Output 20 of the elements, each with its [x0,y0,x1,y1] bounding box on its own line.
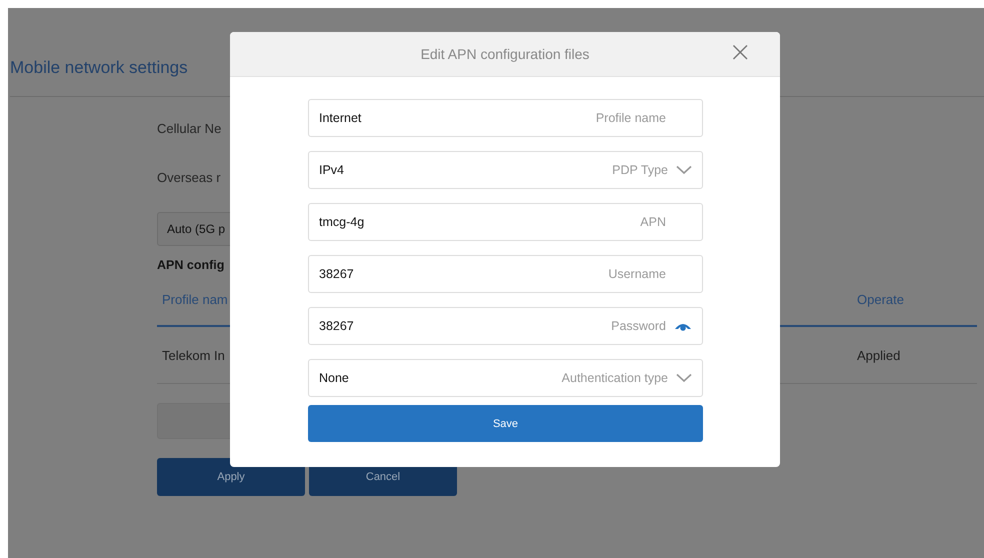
section-title: APN config [157,258,224,272]
eye-icon[interactable] [674,321,692,331]
save-button[interactable]: Save [308,405,703,442]
chevron-down-icon [676,165,692,175]
select-field[interactable]: None Authentication type [308,359,703,397]
close-button[interactable]: × [726,38,754,66]
setting-label: Cellular Ne [157,121,222,136]
input-field[interactable]: 38267 Password [308,307,703,345]
input-field[interactable]: 38267 Username [308,255,703,293]
input-field[interactable]: Internet Profile name [308,99,703,137]
column-header: Operate [857,292,905,307]
chevron-down-icon [676,373,692,383]
input-field[interactable]: tmcg-4g APN [308,203,703,241]
setting-label: Overseas r [157,170,221,185]
table-cell-text: Telekom In [161,348,225,362]
table-cell-text: Applied [857,348,902,362]
select-field[interactable]: IPv4 PDP Type [308,151,703,189]
dialog-title: Edit APN configuration files [420,46,590,62]
column-header: Profile nam [161,292,228,307]
page-title: Mobile network settings [10,58,188,79]
